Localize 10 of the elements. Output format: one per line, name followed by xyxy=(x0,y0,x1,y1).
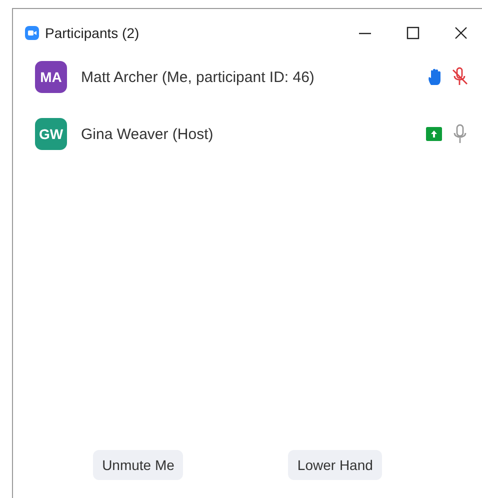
action-button[interactable]: Unmute Me xyxy=(93,450,184,480)
close-icon[interactable] xyxy=(454,26,468,40)
action-button[interactable]: Lower Hand xyxy=(288,450,382,480)
participant-name: Matt Archer (Me, participant ID: 46) xyxy=(81,68,314,86)
participant-name: Gina Weaver (Host) xyxy=(81,126,214,142)
avatar: MA xyxy=(35,61,67,93)
avatar: GW xyxy=(35,118,67,150)
maximize-icon[interactable] xyxy=(406,26,420,40)
camera-icon xyxy=(25,26,39,40)
window-title: Participants (2) xyxy=(45,25,140,41)
